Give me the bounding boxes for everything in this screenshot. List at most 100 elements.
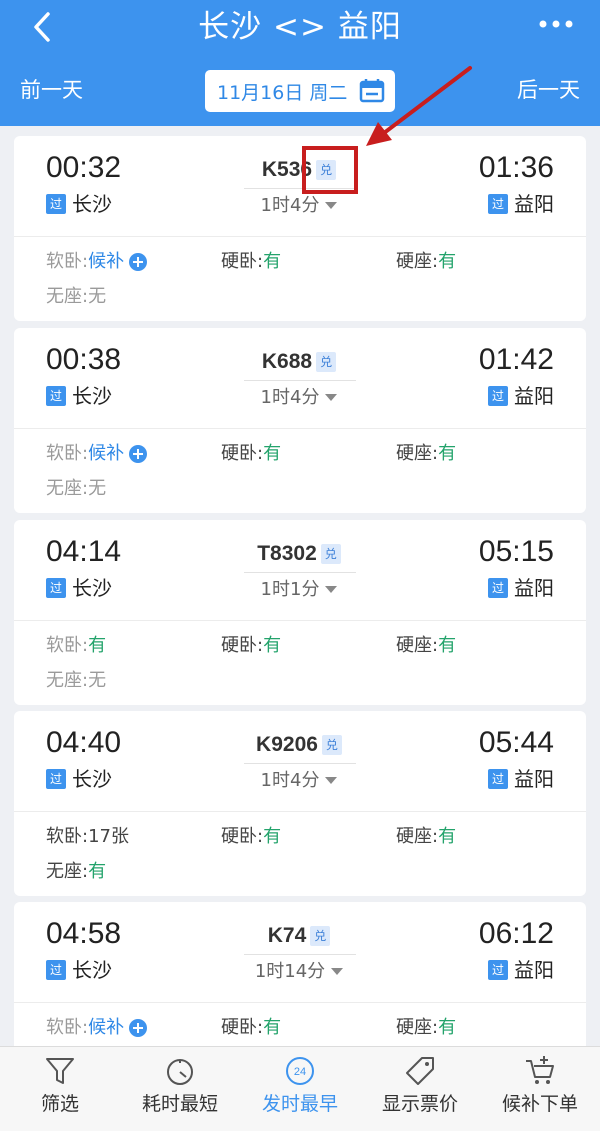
arrival-station: 过益阳 <box>488 958 554 982</box>
seat-class-label: 软卧: <box>46 826 89 847</box>
seat-status: 有 <box>263 826 282 847</box>
travel-duration[interactable]: 1时4分 <box>219 769 379 793</box>
add-circle-icon[interactable] <box>128 1018 148 1038</box>
departure-station-name: 长沙 <box>72 576 112 600</box>
train-card[interactable]: 04:58 过长沙 K74 兑 1时14分 06:12 过益阳 软卧: 候补 硬卧: 有硬座: … <box>14 902 586 1046</box>
train-code: K9206 <box>256 733 318 756</box>
seat-availability: 无座: 无 <box>46 668 106 694</box>
card-divider <box>14 428 586 429</box>
seat-class-label: 硬卧: <box>221 635 264 656</box>
bottom-toolbar: 筛选 耗时最短 24 发时最早 显示票价 候补下单 <box>0 1046 600 1131</box>
departure-time: 00:38 <box>46 343 122 376</box>
add-circle-icon[interactable] <box>128 444 148 464</box>
departure-station-name: 长沙 <box>72 192 112 216</box>
seat-status: 有 <box>438 826 457 847</box>
train-list[interactable]: 00:32 过长沙 K536 兑 1时4分 01:36 过益阳 软卧: 候补 硬卧: 有硬座: … <box>0 126 600 1046</box>
seat-availability: 硬卧: 有 <box>221 633 281 659</box>
pass-through-badge: 过 <box>488 960 508 980</box>
departure-time: 04:40 <box>46 726 122 759</box>
seat-availability: 硬座: 有 <box>396 441 456 467</box>
tab-filter[interactable]: 筛选 <box>0 1047 120 1131</box>
seat-availability: 硬座: 有 <box>396 824 456 850</box>
train-card[interactable]: 00:32 过长沙 K536 兑 1时4分 01:36 过益阳 软卧: 候补 硬卧: 有硬座: … <box>14 136 586 321</box>
exchange-badge: 兑 <box>316 352 337 372</box>
duration-text: 1时4分 <box>260 770 320 791</box>
chevron-down-icon <box>325 394 338 401</box>
train-number: K74 兑 <box>219 924 379 948</box>
train-code: K688 <box>261 350 313 373</box>
tab-shortest-duration[interactable]: 耗时最短 <box>120 1047 240 1131</box>
arrival-station-name: 益阳 <box>514 767 554 791</box>
clock-24-icon: 24 <box>286 1057 314 1085</box>
seat-availability: 无座: 无 <box>46 284 106 310</box>
train-card[interactable]: 00:38 过长沙 K688 兑 1时4分 01:42 过益阳 软卧: 候补 硬卧: 有硬座: … <box>14 328 586 513</box>
tab-label: 耗时最短 <box>141 1093 218 1115</box>
seat-availability: 硬卧: 有 <box>221 1015 281 1041</box>
seat-status: 有 <box>438 635 457 656</box>
train-code: T8302 <box>257 542 317 565</box>
previous-day-button[interactable]: 前一天 <box>20 76 83 104</box>
train-number: T8302 兑 <box>219 542 379 566</box>
arrival-station: 过益阳 <box>488 384 554 408</box>
seat-availability: 硬卧: 有 <box>221 441 281 467</box>
travel-duration[interactable]: 1时4分 <box>219 194 379 218</box>
more-options-icon[interactable] <box>536 14 576 34</box>
travel-duration[interactable]: 1时1分 <box>219 578 379 602</box>
seat-status: 有 <box>88 635 107 656</box>
tab-show-price[interactable]: 显示票价 <box>360 1047 480 1131</box>
seat-status: 有 <box>438 443 457 464</box>
seat-class-label: 硬卧: <box>221 251 264 272</box>
train-code: K74 <box>267 924 307 947</box>
travel-duration[interactable]: 1时4分 <box>219 386 379 410</box>
train-line <box>244 380 356 381</box>
departure-station: 过长沙 <box>46 576 112 600</box>
seat-status: 候补 <box>88 251 125 272</box>
tab-waitlist-order[interactable]: 候补下单 <box>480 1047 600 1131</box>
tab-earliest-departure[interactable]: 24 发时最早 <box>240 1047 360 1131</box>
seat-status: 无 <box>88 286 107 307</box>
card-divider <box>14 811 586 812</box>
travel-duration[interactable]: 1时14分 <box>219 960 379 984</box>
seat-class-label: 硬座: <box>396 635 439 656</box>
train-card[interactable]: 04:40 过长沙 K9206 兑 1时4分 05:44 过益阳 软卧: 17张 硬卧: 有硬座… <box>14 711 586 896</box>
train-number: K9206 兑 <box>219 733 379 757</box>
departure-station-name: 长沙 <box>72 767 112 791</box>
card-divider <box>14 620 586 621</box>
exchange-badge: 兑 <box>321 735 342 755</box>
add-circle-icon[interactable] <box>128 252 148 272</box>
train-card[interactable]: 04:14 过长沙 T8302 兑 1时1分 05:15 过益阳 软卧: 有硬卧: 有硬座: … <box>14 520 586 705</box>
seat-availability: 硬座: 有 <box>396 1015 456 1041</box>
seat-status: 有 <box>263 443 282 464</box>
seat-availability: 软卧: 候补 <box>46 249 148 275</box>
top-bar: 长沙 <> 益阳 前一天 11月16日 周二 后一天 <box>0 0 600 126</box>
tab-label: 发时最早 <box>261 1093 338 1115</box>
seat-class-label: 硬座: <box>396 251 439 272</box>
seat-status: 有 <box>438 1017 457 1038</box>
seat-status: 候补 <box>88 443 125 464</box>
tab-label: 显示票价 <box>381 1093 458 1115</box>
tab-label: 候补下单 <box>501 1093 578 1115</box>
pass-through-badge: 过 <box>488 769 508 789</box>
seat-class-label: 硬座: <box>396 443 439 464</box>
pass-through-badge: 过 <box>488 386 508 406</box>
train-line <box>244 763 356 764</box>
departure-station: 过长沙 <box>46 958 112 982</box>
exchange-badge: 兑 <box>310 926 331 946</box>
next-day-button[interactable]: 后一天 <box>517 76 580 104</box>
seat-status: 有 <box>438 251 457 272</box>
arrival-time: 06:12 <box>478 917 554 950</box>
exchange-badge: 兑 <box>320 544 341 564</box>
timer-icon <box>167 1059 193 1085</box>
seat-class-label: 无座: <box>46 861 89 882</box>
departure-time: 00:32 <box>46 151 122 184</box>
clock-24-label: 24 <box>294 1066 306 1078</box>
pass-through-badge: 过 <box>46 578 66 598</box>
arrival-station: 过益阳 <box>488 767 554 791</box>
annotation-arrow-icon <box>366 66 472 146</box>
seat-availability: 软卧: 候补 <box>46 441 148 467</box>
train-number: K688 兑 <box>219 350 379 374</box>
departure-station: 过长沙 <box>46 384 112 408</box>
seat-status: 有 <box>263 251 282 272</box>
route-title: 长沙 <> 益阳 <box>198 9 402 45</box>
card-divider <box>14 1002 586 1003</box>
